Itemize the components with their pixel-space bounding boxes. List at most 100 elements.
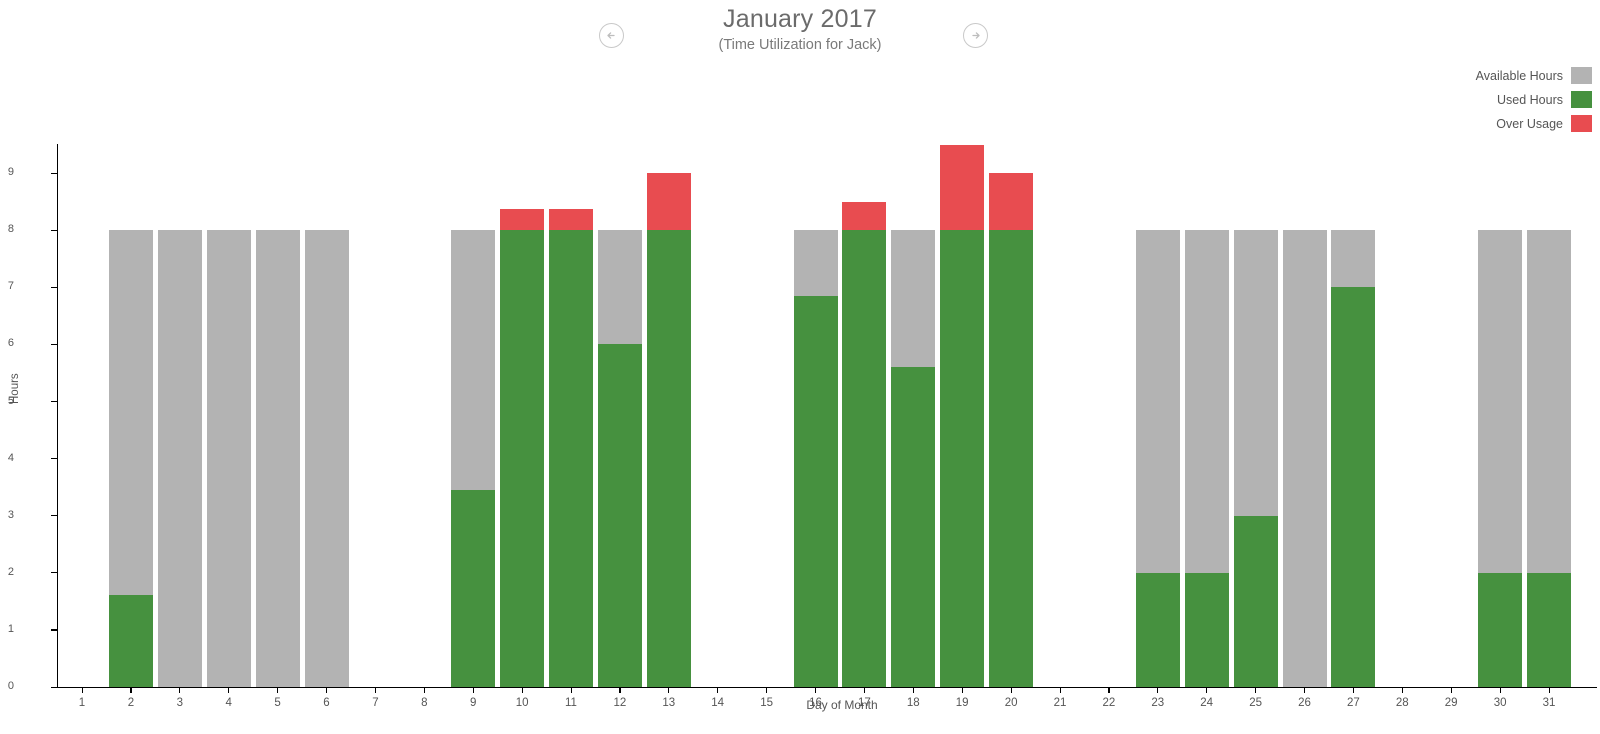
bar-segment-used-hours[interactable] — [940, 230, 985, 687]
y-tick-mark — [51, 458, 57, 460]
x-tick-mark — [619, 687, 621, 693]
y-tick-mark — [51, 229, 57, 231]
bar-segment-used-hours[interactable] — [549, 230, 593, 687]
bar-segment-available-hours[interactable] — [1184, 230, 1229, 573]
bar-segment-available-hours[interactable] — [304, 230, 349, 687]
bar-column[interactable] — [940, 144, 985, 687]
legend-item[interactable]: Over Usage — [1496, 115, 1592, 132]
x-tick-label: 24 — [1200, 697, 1214, 709]
legend-color-swatch — [1571, 115, 1592, 132]
bar-segment-used-hours[interactable] — [989, 230, 1034, 687]
legend-item[interactable]: Available Hours — [1476, 67, 1592, 84]
x-tick-label: 15 — [760, 697, 773, 709]
bar-segment-available-hours[interactable] — [1331, 230, 1376, 288]
x-tick-mark — [228, 687, 230, 693]
bar-column[interactable] — [500, 209, 545, 687]
bar-segment-available-hours[interactable] — [891, 230, 936, 368]
y-tick-mark — [51, 515, 57, 517]
y-tick-mark — [51, 343, 57, 346]
bar-segment-used-hours[interactable] — [1527, 572, 1571, 687]
bar-segment-available-hours[interactable] — [255, 230, 300, 687]
bar-segment-available-hours[interactable] — [793, 230, 838, 296]
y-axis-line — [57, 144, 59, 688]
bar-column[interactable] — [451, 230, 496, 687]
bar-column[interactable] — [1478, 230, 1523, 687]
x-tick-label: 12 — [613, 697, 627, 709]
bar-column[interactable] — [157, 230, 202, 687]
bar-segment-available-hours[interactable] — [1135, 230, 1180, 573]
x-tick-mark — [668, 687, 670, 693]
next-month-button[interactable] — [963, 23, 988, 48]
x-tick-mark — [912, 687, 914, 693]
bar-segment-over-usage[interactable] — [940, 144, 985, 231]
bar-segment-used-hours[interactable] — [500, 230, 545, 687]
bar-segment-available-hours[interactable] — [597, 230, 642, 345]
bar-column[interactable] — [842, 201, 887, 687]
bar-segment-available-hours[interactable] — [108, 230, 153, 596]
bar-column[interactable] — [793, 230, 838, 687]
bar-column[interactable] — [1184, 230, 1229, 687]
bar-segment-over-usage[interactable] — [842, 201, 887, 231]
x-tick-label: 11 — [565, 697, 577, 709]
x-tick-mark — [1548, 687, 1550, 693]
x-tick-label: 10 — [515, 697, 529, 709]
x-tick-label: 14 — [711, 697, 725, 709]
bar-segment-used-hours[interactable] — [1331, 287, 1376, 687]
previous-month-button[interactable] — [599, 23, 624, 48]
bar-column[interactable] — [646, 173, 691, 687]
y-tick-label: 5 — [7, 394, 14, 407]
bar-segment-available-hours[interactable] — [1478, 230, 1523, 573]
bar-segment-over-usage[interactable] — [500, 209, 545, 231]
bar-column[interactable] — [597, 230, 642, 687]
bar-column[interactable] — [255, 230, 300, 687]
bar-column[interactable] — [1282, 230, 1327, 687]
bar-column[interactable] — [1331, 230, 1376, 687]
legend-item[interactable]: Used Hours — [1497, 91, 1592, 108]
bar-segment-used-hours[interactable] — [646, 230, 691, 687]
bar-column[interactable] — [108, 230, 153, 687]
x-tick-mark — [521, 687, 523, 693]
legend-color-swatch — [1571, 91, 1592, 108]
bar-segment-available-hours[interactable] — [451, 230, 496, 491]
bar-segment-over-usage[interactable] — [646, 173, 691, 231]
x-tick-label: 22 — [1102, 697, 1116, 709]
bar-segment-used-hours[interactable] — [597, 344, 642, 687]
x-axis-title: Day of Month — [806, 698, 878, 712]
bar-column[interactable] — [1527, 230, 1571, 687]
x-tick-mark — [1255, 687, 1257, 693]
bar-segment-used-hours[interactable] — [1478, 572, 1523, 687]
x-axis-line — [57, 687, 1597, 689]
y-tick-label: 4 — [7, 451, 14, 464]
x-tick-mark — [130, 687, 132, 693]
bar-segment-available-hours[interactable] — [1233, 230, 1278, 516]
arrow-right-icon — [972, 32, 980, 39]
bar-segment-used-hours[interactable] — [891, 367, 936, 687]
bar-segment-available-hours[interactable] — [157, 230, 202, 687]
bar-segment-used-hours[interactable] — [793, 295, 838, 687]
bar-column[interactable] — [1233, 230, 1278, 687]
bar-segment-used-hours[interactable] — [451, 490, 496, 687]
y-tick-mark — [51, 286, 57, 288]
bar-segment-available-hours[interactable] — [206, 230, 251, 687]
x-tick-label: 28 — [1395, 697, 1409, 709]
bar-column[interactable] — [1135, 230, 1180, 687]
x-tick-mark — [1352, 687, 1355, 693]
bar-column[interactable] — [206, 230, 251, 687]
bar-segment-available-hours[interactable] — [1282, 230, 1327, 687]
bar-column[interactable] — [549, 209, 593, 687]
page-title: January 2017 — [723, 5, 877, 33]
y-tick-mark — [51, 629, 57, 631]
bar-column[interactable] — [891, 230, 936, 687]
bar-segment-used-hours[interactable] — [1184, 572, 1229, 687]
bar-segment-used-hours[interactable] — [1135, 572, 1180, 687]
bar-segment-available-hours[interactable] — [1527, 230, 1571, 573]
bar-segment-used-hours[interactable] — [1233, 515, 1278, 687]
bar-column[interactable] — [989, 173, 1034, 687]
bar-segment-over-usage[interactable] — [549, 209, 593, 231]
bar-segment-over-usage[interactable] — [989, 173, 1034, 231]
x-tick-label: 27 — [1346, 697, 1360, 709]
bar-column[interactable] — [304, 230, 349, 687]
x-tick-mark — [1499, 687, 1501, 693]
bar-segment-used-hours[interactable] — [842, 230, 887, 687]
bar-segment-used-hours[interactable] — [108, 595, 153, 687]
